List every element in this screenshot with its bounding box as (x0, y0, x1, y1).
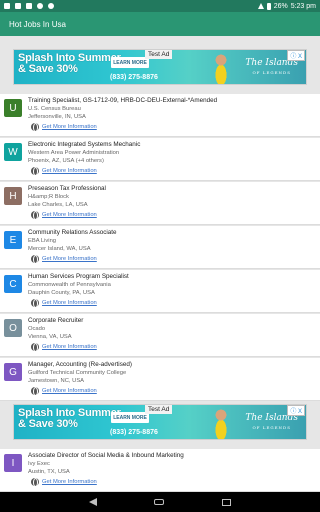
company-avatar: C (4, 275, 22, 293)
get-more-info-link[interactable]: Get More Information (31, 255, 97, 264)
ad-brand-logo: The Islands OF LEGENDS (245, 58, 298, 76)
status-bar: 26% 5:23 pm (0, 0, 320, 12)
ad-banner-top[interactable]: Splash Into Summer & Save 30% LEARN MORE… (13, 49, 307, 85)
globe-icon (31, 478, 39, 487)
job-title: Preseason Tax Professional (28, 185, 106, 192)
job-list-item[interactable]: H Preseason Tax Professional H&amp;R Blo… (0, 182, 320, 225)
app-bar: Hot Jobs In Usa (0, 12, 320, 36)
recents-icon[interactable] (222, 498, 232, 506)
globe-icon (31, 167, 39, 176)
job-location: Jamestown, NC, USA (28, 378, 85, 384)
ad-phone: (833) 275-8876 (110, 74, 158, 81)
home-icon[interactable] (154, 499, 165, 505)
wifi-icon (257, 3, 264, 9)
get-more-info-link[interactable]: Get More Information (31, 123, 97, 132)
clock: 5:23 pm (290, 2, 316, 10)
job-location: Dauphin County, PA, USA (28, 290, 95, 296)
job-location: Jeffersonville, IN, USA (28, 114, 86, 120)
ad-brand-logo: The Islands OF LEGENDS (245, 413, 298, 431)
company-name: Guilford Technical Community College (28, 370, 127, 376)
job-location: Mercer Island, WA, USA (28, 246, 91, 252)
job-list-item[interactable]: W Electronic Integrated Systems Mechanic… (0, 138, 320, 181)
job-list-item[interactable]: O Corporate Recruiter Ocado Vienna, VA, … (0, 314, 320, 357)
notification-icon (4, 3, 10, 9)
job-title: Corporate Recruiter (28, 317, 84, 324)
company-name: Ocado (28, 326, 46, 332)
job-list-item[interactable]: C Human Services Program Specialist Comm… (0, 270, 320, 313)
company-avatar: G (4, 363, 22, 381)
test-ad-badge: Test Ad (145, 50, 173, 59)
learn-more-button[interactable]: LEARN MORE (111, 57, 149, 68)
job-location: Austin, TX, USA (28, 469, 70, 475)
back-icon[interactable] (88, 498, 97, 506)
company-avatar: H (4, 187, 22, 205)
get-more-info-link[interactable]: Get More Information (31, 343, 97, 352)
company-avatar: U (4, 99, 22, 117)
company-name: Commonwealth of Pennsylvania (28, 282, 111, 288)
get-more-info-link[interactable]: Get More Information (31, 167, 97, 176)
notification-icon (48, 3, 54, 9)
globe-icon (31, 299, 39, 308)
ad-photo (210, 409, 232, 439)
test-ad-badge: Test Ad (145, 405, 173, 414)
company-avatar: E (4, 231, 22, 249)
job-location: Vienna, VA, USA (28, 334, 72, 340)
job-title: Training Specialist, GS-1712-09, HRB-DC-… (28, 97, 218, 104)
job-title: Manager, Accounting (Re-advertised) (28, 361, 132, 368)
job-location: Lake Charles, LA, USA (28, 202, 88, 208)
ad-photo (210, 54, 232, 84)
ad-close-icon[interactable]: ⓘ X (287, 50, 305, 61)
job-title: Associate Director of Social Media & Inb… (28, 452, 184, 459)
ad-headline: Splash Into Summer & Save 30% (18, 407, 121, 430)
app-title: Hot Jobs In Usa (9, 19, 66, 29)
job-title: Electronic Integrated Systems Mechanic (28, 141, 141, 148)
ad-banner-inline[interactable]: Splash Into Summer & Save 30% LEARN MORE… (13, 404, 307, 440)
company-name: H&amp;R Block (28, 194, 69, 200)
ad-phone: (833) 275-8876 (110, 429, 158, 436)
job-location: Phoenix, AZ, USA (+4 others) (28, 158, 104, 164)
globe-icon (31, 211, 39, 220)
battery-percent: 26% (273, 2, 288, 10)
battery-icon (266, 2, 271, 10)
get-more-info-link[interactable]: Get More Information (31, 478, 97, 487)
get-more-info-link[interactable]: Get More Information (31, 387, 97, 396)
ad-close-icon[interactable]: ⓘ X (287, 405, 305, 416)
job-list-item[interactable]: U Training Specialist, GS-1712-09, HRB-D… (0, 94, 320, 137)
globe-icon (31, 387, 39, 396)
job-list-item[interactable]: G Manager, Accounting (Re-advertised) Gu… (0, 358, 320, 401)
ad-headline: Splash Into Summer & Save 30% (18, 52, 121, 75)
company-avatar: I (4, 454, 22, 472)
globe-icon (31, 255, 39, 264)
notification-icon (37, 3, 43, 9)
get-more-info-link[interactable]: Get More Information (31, 299, 97, 308)
company-name: EBA Living (28, 238, 57, 244)
globe-icon (31, 343, 39, 352)
globe-icon (31, 123, 39, 132)
notification-icon (26, 3, 32, 9)
notification-icon (15, 3, 21, 9)
company-avatar: O (4, 319, 22, 337)
navigation-bar (0, 492, 320, 512)
company-avatar: W (4, 143, 22, 161)
job-title: Community Relations Associate (28, 229, 117, 236)
company-name: Western Area Power Administration (28, 150, 120, 156)
company-name: Ivy Exec (28, 461, 50, 467)
job-list-item[interactable]: I Associate Director of Social Media & I… (0, 449, 320, 492)
job-title: Human Services Program Specialist (28, 273, 129, 280)
job-list-item[interactable]: E Community Relations Associate EBA Livi… (0, 226, 320, 269)
get-more-info-link[interactable]: Get More Information (31, 211, 97, 220)
company-name: U.S. Census Bureau (28, 106, 81, 112)
learn-more-button[interactable]: LEARN MORE (111, 412, 149, 423)
